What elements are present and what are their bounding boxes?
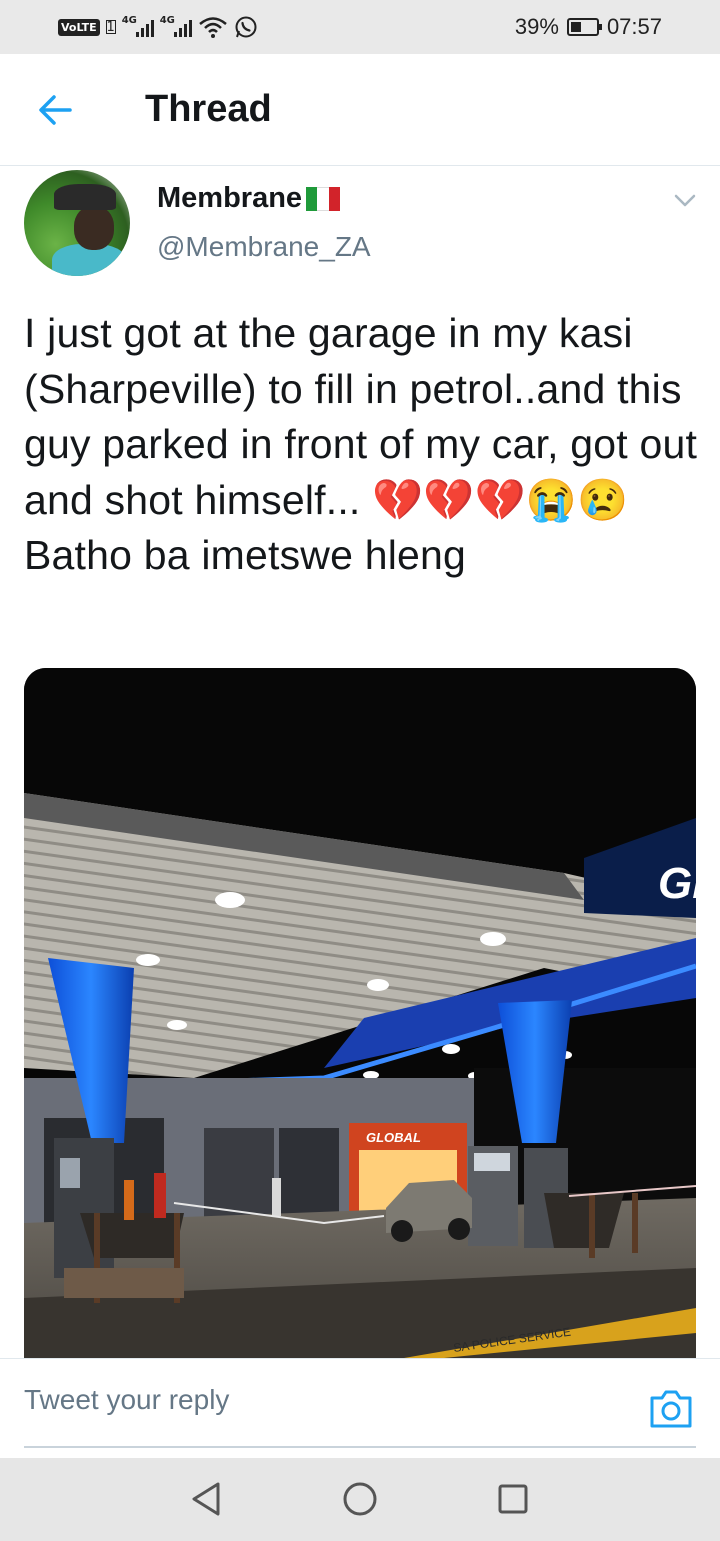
signal-icon: 4G (121, 15, 154, 37)
clock: 07:57 (606, 14, 662, 39)
tweet-text: I just got at the garage in my kasi (Sha… (24, 310, 698, 578)
shop-sign: GLOBAL (366, 1130, 421, 1145)
camera-icon[interactable] (648, 1386, 694, 1430)
chevron-down-icon[interactable] (672, 188, 698, 212)
arrow-left-icon[interactable] (36, 90, 76, 130)
canopy-sign: GL (658, 859, 696, 908)
italy-flag-icon (306, 186, 341, 211)
system-nav-bar (0, 1458, 720, 1541)
battery-percent: 39% (514, 14, 559, 39)
network-type-2: 4G (159, 15, 175, 26)
whatsapp-icon (235, 16, 257, 38)
tweet-photo[interactable]: GL GLOBAL (24, 668, 696, 1358)
wifi-icon (198, 17, 227, 38)
author-name[interactable]: Membrane (157, 182, 302, 215)
author-handle[interactable]: @Membrane_ZA (157, 231, 371, 263)
back-triangle-icon[interactable] (186, 1478, 228, 1520)
home-circle-icon[interactable] (339, 1478, 381, 1520)
page-title: Thread (145, 88, 272, 130)
reply-input[interactable]: Tweet your reply (24, 1384, 229, 1416)
status-right: 39% 07:57 (515, 14, 662, 40)
battery-icon (566, 18, 602, 36)
author-name-row[interactable]: Membrane (157, 182, 341, 215)
thread-header: Thread (0, 54, 720, 166)
gas-station-photo: GL GLOBAL (24, 668, 696, 1358)
reply-underline (24, 1446, 696, 1448)
recents-square-icon[interactable] (492, 1478, 534, 1520)
status-bar: VoLTE 1 4G 4G 39% 07:57 (0, 0, 720, 54)
avatar[interactable] (24, 170, 130, 276)
volte-badge: VoLTE (58, 18, 100, 36)
status-left: VoLTE 1 4G 4G (58, 15, 258, 39)
sim-indicator: 1 (105, 19, 116, 35)
network-type-1: 4G (121, 15, 137, 26)
signal-icon: 4G (159, 15, 192, 37)
